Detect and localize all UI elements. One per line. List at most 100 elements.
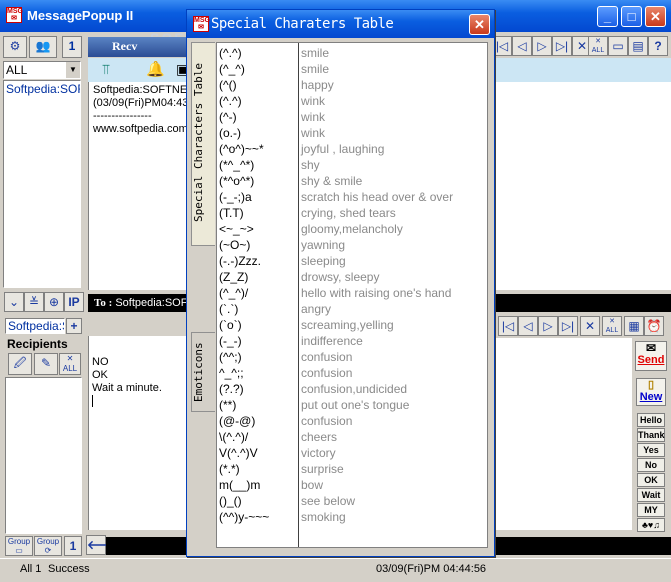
compose-area[interactable]: NO OK Wait a minute. xyxy=(88,336,188,530)
bell-icon[interactable]: 🔔 xyxy=(146,60,165,78)
filter-select[interactable]: ALL ▼ xyxy=(3,61,81,79)
expand-icon[interactable]: ⌄ xyxy=(4,292,24,312)
ip-button[interactable]: IP xyxy=(64,292,84,312)
description-cell: put out one's tongue xyxy=(301,398,410,412)
table-row[interactable]: (^o^)~~* joyful , laughing xyxy=(217,141,487,157)
symbol-cell: (^_^) xyxy=(219,62,245,76)
table-row[interactable]: (^() happy xyxy=(217,77,487,93)
characters-table[interactable]: (^.^) smile (^_^) smile (^() happy (^.^) wink (^… xyxy=(216,42,488,548)
next-icon[interactable]: ▷ xyxy=(532,36,552,56)
symbol-cell: (~O~) xyxy=(219,238,251,252)
quick-symbols[interactable]: ♣♥♫ xyxy=(637,518,665,532)
quick-my[interactable]: MY xyxy=(637,503,665,517)
tab-emoticons-label: Emoticons xyxy=(192,342,205,402)
table-row[interactable]: (*.*) surprise xyxy=(217,461,487,477)
table-row[interactable]: (^^)y-~~~ smoking xyxy=(217,509,487,525)
calendar-icon[interactable]: ▦ xyxy=(624,316,644,336)
list-item[interactable]: Softpedia:SOFT xyxy=(4,81,80,97)
quick-thank[interactable]: Thank xyxy=(637,428,665,442)
table-row[interactable]: (^_^) smile xyxy=(217,61,487,77)
symbol-cell: (?.?) xyxy=(219,382,244,396)
table-row[interactable]: (`o`) screaming,yelling xyxy=(217,317,487,333)
table-row[interactable]: (T.T) crying, shed tears xyxy=(217,205,487,221)
alarm-icon[interactable]: ⏰ xyxy=(644,316,664,336)
tool-icon[interactable]: ✎ xyxy=(34,353,58,375)
send-button[interactable]: ✉ Send xyxy=(635,341,667,371)
table-row[interactable]: \(^.^)/ cheers xyxy=(217,429,487,445)
message-view[interactable]: Softpedia:SOFTNET (03/09(Fri)PM04:43 ---… xyxy=(88,82,188,290)
collapse-icon[interactable]: ≚ xyxy=(24,292,44,312)
recv-tab[interactable]: Recv xyxy=(88,37,188,57)
description-cell: scratch his head over & over xyxy=(301,190,454,204)
table-row[interactable]: (~O~) yawning xyxy=(217,237,487,253)
chevron-down-icon[interactable]: ▼ xyxy=(66,62,80,78)
new-button[interactable]: ▯ New xyxy=(636,378,666,406)
minimize-button[interactable]: _ xyxy=(597,6,618,27)
select-all-icon[interactable]: ✕ ALL xyxy=(59,353,81,375)
recipients-tab[interactable]: Softpedia:S xyxy=(5,318,65,334)
last-icon[interactable]: ▷| xyxy=(552,36,572,56)
maximize-button[interactable]: □ xyxy=(621,6,642,27)
table-row[interactable]: (*^_^*) shy xyxy=(217,157,487,173)
tab-emoticons[interactable]: Emoticons xyxy=(191,332,215,412)
group-button-1[interactable]: Group ▭ xyxy=(5,536,33,556)
quick-hello[interactable]: Hello xyxy=(637,413,665,427)
add-recipient-button[interactable]: + xyxy=(66,318,82,334)
table-row[interactable]: (^-) wink xyxy=(217,109,487,125)
page-one-button[interactable]: 1 xyxy=(62,36,82,58)
quick-no[interactable]: No xyxy=(637,458,665,472)
settings-gear-icon[interactable]: ⚙ xyxy=(3,36,27,58)
dialog-close-button[interactable]: ✕ xyxy=(469,14,490,35)
first-icon[interactable]: |◁ xyxy=(492,36,512,56)
close-button[interactable]: ✕ xyxy=(645,6,666,27)
quick-yes[interactable]: Yes xyxy=(637,443,665,457)
help-icon[interactable]: ? xyxy=(648,36,668,56)
back-arrow-icon[interactable]: 🡐 xyxy=(86,535,119,555)
table-row[interactable]: (o.-) wink xyxy=(217,125,487,141)
page-one-button-2[interactable]: 1 xyxy=(64,536,82,556)
prev-icon[interactable]: ◁ xyxy=(512,36,532,56)
table-row[interactable]: V(^.^)V victory xyxy=(217,445,487,461)
first-icon-2[interactable]: |◁ xyxy=(498,316,518,336)
search-icon[interactable]: ⊕ xyxy=(44,292,64,312)
table-row[interactable]: (*^o^*) shy & smile xyxy=(217,173,487,189)
last-icon-2[interactable]: ▷| xyxy=(558,316,578,336)
quick-ok[interactable]: OK xyxy=(637,473,665,487)
table-row[interactable]: (^_^)/ hello with raising one's hand xyxy=(217,285,487,301)
all-icon-2[interactable]: ✕ ALL xyxy=(602,316,622,336)
table-row[interactable]: (-_-) indifference xyxy=(217,333,487,349)
recipient-list[interactable] xyxy=(5,377,82,534)
description-cell: smile xyxy=(301,62,330,76)
table-row[interactable]: (**) put out one's tongue xyxy=(217,397,487,413)
table-row[interactable]: (^.^) wink xyxy=(217,93,487,109)
contact-list[interactable]: Softpedia:SOFT xyxy=(3,80,81,288)
group-button-2[interactable]: Group ⟳ xyxy=(34,536,62,556)
table-row[interactable]: m(__)m bow xyxy=(217,477,487,493)
window-icon[interactable]: ▭ xyxy=(608,36,628,56)
tab-special-characters[interactable]: Special Characters Table xyxy=(191,42,215,246)
users-icon[interactable]: 👥 xyxy=(29,36,57,58)
table-row[interactable]: (Z_Z) drowsy, sleepy xyxy=(217,269,487,285)
table-row[interactable]: (-_-;)a scratch his head over & over xyxy=(217,189,487,205)
send-label: Send xyxy=(637,354,665,366)
message-sender: Softpedia:SOFTNET xyxy=(93,84,188,96)
x-icon-2[interactable]: ✕ xyxy=(580,316,600,336)
all-icon[interactable]: ✕ ALL xyxy=(588,36,608,56)
dialog-titlebar: MSG ✉ Special Charaters Table ✕ xyxy=(187,10,494,38)
table-row[interactable]: (?.?) confusion,undicided xyxy=(217,381,487,397)
table-row[interactable]: (-.-)Zzz. sleeping xyxy=(217,253,487,269)
prev-icon-2[interactable]: ◁ xyxy=(518,316,538,336)
description-cell: victory xyxy=(301,446,336,460)
table-row[interactable]: (@-@) confusion xyxy=(217,413,487,429)
quick-wait[interactable]: Wait xyxy=(637,488,665,502)
table-row[interactable]: (`.`) angry xyxy=(217,301,487,317)
pick-icon[interactable]: 🖉 xyxy=(8,353,32,375)
table-row[interactable]: <~_~> gloomy,melancholy xyxy=(217,221,487,237)
message-separator: ---------------- xyxy=(93,110,152,122)
table-row[interactable]: ^_^;; confusion xyxy=(217,365,487,381)
table-row[interactable]: (^.^) smile xyxy=(217,45,487,61)
table-row[interactable]: (^^;) confusion xyxy=(217,349,487,365)
table-row[interactable]: ()_() see below xyxy=(217,493,487,509)
save-icon[interactable]: ▤ xyxy=(628,36,648,56)
next-icon-2[interactable]: ▷ xyxy=(538,316,558,336)
